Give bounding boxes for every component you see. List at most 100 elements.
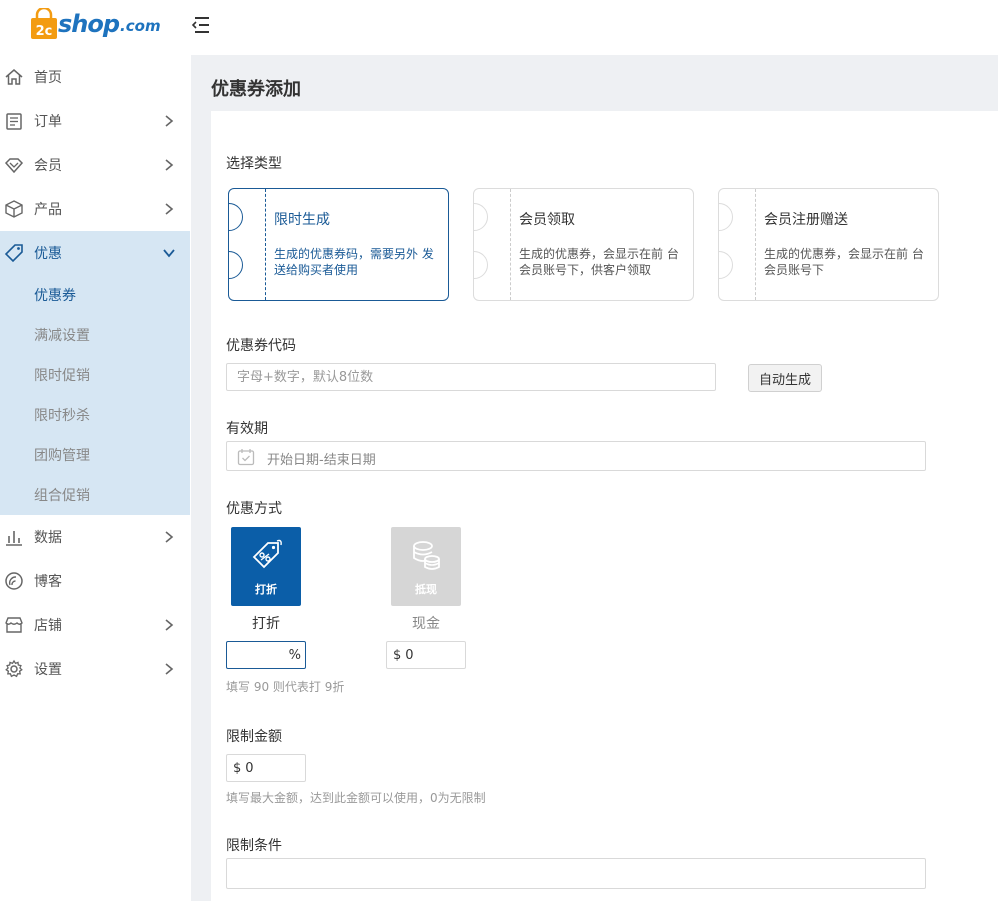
member-icon: [4, 158, 24, 174]
limit-condition-input[interactable]: [226, 858, 926, 889]
top-bar: 2c shop .com: [0, 0, 998, 55]
sidebar-subitem-flash-sale[interactable]: 限时秒杀: [0, 395, 190, 435]
limit-condition-label: 限制条件: [226, 838, 282, 854]
order-icon: [6, 113, 22, 130]
chevron-right-icon: [165, 203, 174, 215]
home-icon: [5, 69, 23, 85]
percent-suffix: %: [288, 648, 301, 663]
ticket-divider: [265, 189, 266, 300]
ticket-divider: [755, 189, 756, 300]
ticket-notch: [474, 203, 488, 231]
code-label: 优惠券代码: [226, 338, 296, 354]
sidebar-item-label: 订单: [34, 114, 62, 130]
sidebar-item-label: 会员: [34, 158, 62, 174]
ticket-notch: [474, 251, 488, 279]
ticket-notch: [229, 203, 243, 231]
discount-caption: 打折: [252, 616, 280, 632]
sidebar-item-home[interactable]: 首页: [0, 55, 190, 99]
sidebar-subitem-flash-promo[interactable]: 限时促销: [0, 355, 190, 395]
coins-icon: [413, 541, 440, 570]
store-icon: [5, 617, 23, 633]
chevron-down-icon: [163, 249, 175, 258]
ticket-notch: [229, 251, 243, 279]
validity-label: 有效期: [226, 421, 268, 437]
type-card-title: 限时生成: [274, 212, 330, 228]
cash-value: 0: [405, 647, 414, 663]
sidebar-item-label: 设置: [34, 662, 62, 678]
cash-input[interactable]: $ 0: [386, 641, 466, 669]
discount-mode-cash[interactable]: 抵现: [391, 527, 461, 606]
type-card-register-gift[interactable]: 会员注册赠送 生成的优惠券，会显示在前 台会员账号下: [718, 188, 939, 301]
type-card-desc: 生成的优惠券，会显示在前 台会员账号下: [764, 247, 924, 277]
discount-tile-label: 打折: [255, 583, 277, 596]
sidebar-item-promotions[interactable]: 优惠: [0, 231, 190, 275]
chevron-right-icon: [165, 663, 174, 675]
sidebar-item-blog[interactable]: 博客: [0, 559, 190, 603]
sidebar-item-label: 产品: [34, 202, 62, 218]
type-card-desc: 生成的优惠券，会显示在前 台会员账号下，供客户领取: [519, 247, 679, 277]
type-card-title: 会员领取: [519, 212, 575, 228]
chart-icon: [6, 531, 22, 546]
sidebar-item-store[interactable]: 店铺: [0, 603, 190, 647]
currency-symbol: $: [393, 647, 402, 663]
blog-icon: [5, 572, 23, 590]
product-icon: [5, 200, 23, 218]
sidebar-subitem-bundle-promo[interactable]: 组合促销: [0, 475, 190, 515]
promotions-submenu: 优惠券 满减设置 限时促销 限时秒杀 团购管理 组合促销: [0, 275, 190, 515]
type-card-member-claim[interactable]: 会员领取 生成的优惠券，会显示在前 台会员账号下，供客户领取: [473, 188, 694, 301]
limit-amount-hint: 填写最大金额，达到此金额可以使用，0为无限制: [226, 791, 486, 805]
gear-icon: [5, 659, 23, 678]
sidebar-item-settings[interactable]: 设置: [0, 647, 190, 691]
coupon-code-input[interactable]: [226, 363, 716, 391]
ticket-notch: [719, 251, 733, 279]
discount-tag-icon: [252, 539, 282, 569]
date-range-placeholder: 开始日期-结束日期: [267, 453, 376, 468]
sidebar-item-products[interactable]: 产品: [0, 187, 190, 231]
type-card-title: 会员注册赠送: [764, 212, 848, 228]
menu-collapse-icon[interactable]: [190, 14, 212, 36]
validity-date-range-input[interactable]: 开始日期-结束日期: [226, 441, 926, 471]
logo-text: shop: [58, 10, 120, 38]
sidebar: 首页 订单 会员 产品 优惠 优惠券 满减设置 限时促销 限时秒杀 团购管理 组…: [0, 55, 190, 901]
logo-prefix: 2c: [36, 24, 53, 39]
chevron-right-icon: [165, 159, 174, 171]
logo[interactable]: 2c shop .com: [30, 6, 161, 42]
chevron-right-icon: [165, 115, 174, 127]
chevron-right-icon: [165, 531, 174, 543]
calendar-icon: [237, 449, 255, 466]
sidebar-subitem-full-reduction[interactable]: 满减设置: [0, 315, 190, 355]
discount-label: 优惠方式: [226, 501, 282, 517]
sidebar-item-label: 博客: [34, 574, 62, 590]
sidebar-item-orders[interactable]: 订单: [0, 99, 190, 143]
sidebar-subitem-group-buy[interactable]: 团购管理: [0, 435, 190, 475]
sidebar-item-members[interactable]: 会员: [0, 143, 190, 187]
limit-amount-value: 0: [245, 760, 254, 776]
currency-symbol: $: [233, 760, 242, 776]
sidebar-item-label: 数据: [34, 530, 62, 546]
sidebar-item-label: 优惠: [34, 246, 62, 262]
discount-hint: 填写 90 则代表打 9折: [226, 680, 345, 694]
sidebar-subitem-coupons[interactable]: 优惠券: [0, 275, 190, 315]
ticket-notch: [719, 203, 733, 231]
page-title: 优惠券添加: [211, 79, 301, 100]
logo-suffix: .com: [120, 17, 161, 35]
type-label: 选择类型: [226, 156, 282, 172]
ticket-divider: [510, 189, 511, 300]
discount-tile-label: 抵现: [415, 583, 437, 596]
auto-generate-button[interactable]: 自动生成: [748, 364, 823, 392]
limit-amount-input[interactable]: $ 0: [226, 754, 306, 782]
chevron-right-icon: [165, 619, 174, 631]
discount-mode-percent[interactable]: 打折: [231, 527, 301, 606]
logo-bag-icon: 2c: [31, 8, 57, 39]
sidebar-item-label: 首页: [34, 70, 62, 86]
promo-tag-icon: [4, 244, 23, 263]
percent-input[interactable]: %: [226, 641, 306, 669]
limit-amount-label: 限制金额: [226, 729, 282, 745]
coupon-form-panel: 选择类型 限时生成 生成的优惠券码，需要另外 发送给购买者使用 会员领取 生成的…: [211, 111, 998, 901]
type-card-limited[interactable]: 限时生成 生成的优惠券码，需要另外 发送给购买者使用: [228, 188, 449, 301]
main-area: 优惠券添加 选择类型 限时生成 生成的优惠券码，需要另外 发送给购买者使用 会员…: [191, 55, 998, 901]
type-card-desc: 生成的优惠券码，需要另外 发送给购买者使用: [274, 247, 434, 277]
discount-caption: 现金: [412, 616, 440, 632]
sidebar-item-data[interactable]: 数据: [0, 515, 190, 559]
sidebar-item-label: 店铺: [34, 618, 62, 634]
